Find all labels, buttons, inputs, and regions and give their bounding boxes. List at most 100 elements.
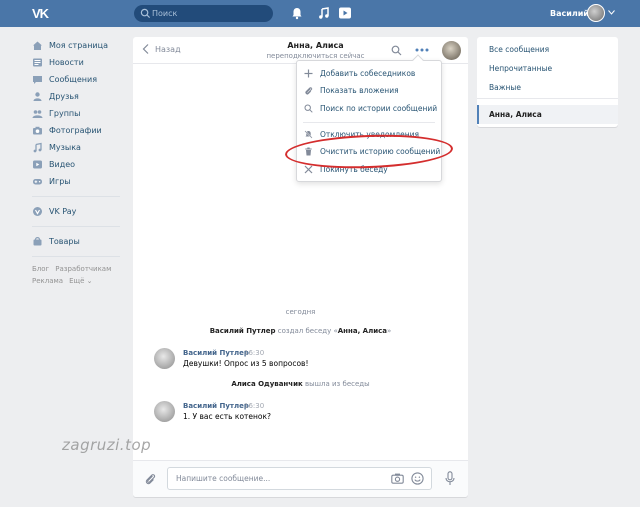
sidebar-item-messages[interactable]: Сообщения — [32, 71, 122, 88]
sidebar-divider — [32, 196, 120, 197]
music-icon — [33, 142, 42, 153]
service-chat-name: Анна, Алиса — [337, 327, 387, 335]
bell-icon[interactable] — [290, 6, 304, 20]
user-name[interactable]: Василий — [550, 9, 589, 18]
more-icon[interactable] — [415, 48, 429, 52]
sidebar-item-label: Друзья — [49, 92, 79, 101]
sidebar-item-goods[interactable]: Товары — [32, 233, 122, 250]
friends-icon — [33, 92, 42, 101]
close-icon — [304, 165, 313, 174]
sidebar-item-label: VK Pay — [49, 207, 77, 216]
service-author[interactable]: Алиса Одуванчик — [231, 380, 302, 388]
chevron-left-icon — [142, 44, 149, 54]
left-sidebar: Моя страница Новости Сообщения Друзья Гр… — [32, 37, 122, 287]
menu-item-label: Показать вложения — [320, 86, 399, 95]
active-conversation-label: Анна, Алиса — [489, 110, 542, 119]
sidebar-item-video[interactable]: Видео — [32, 156, 122, 173]
games-icon — [33, 179, 42, 185]
message-filter-panel: Все сообщения Непрочитанные Важные Анна,… — [477, 37, 618, 127]
home-icon — [33, 41, 42, 50]
sidebar-item-label: Моя страница — [49, 41, 108, 50]
paperclip-icon[interactable] — [143, 472, 157, 486]
search-input[interactable] — [152, 7, 267, 20]
sidebar-item-label: Игры — [49, 177, 71, 186]
more-link[interactable]: Ещё ⌄ — [69, 277, 92, 285]
messages-icon — [33, 76, 42, 84]
menu-item-add-members[interactable]: Добавить собеседников — [297, 65, 441, 82]
menu-item-search-history[interactable]: Поиск по истории сообщений — [297, 100, 441, 117]
message-author[interactable]: Василий Путлер — [183, 402, 249, 410]
sidebar-item-friends[interactable]: Друзья — [32, 88, 122, 105]
search-icon — [140, 8, 151, 19]
filter-important[interactable]: Важные — [489, 83, 521, 92]
message-author[interactable]: Василий Путлер — [183, 349, 249, 357]
sidebar-item-label: Видео — [49, 160, 76, 169]
sidebar-item-music[interactable]: Музыка — [32, 139, 122, 156]
microphone-icon[interactable] — [445, 471, 455, 486]
camera-icon — [33, 126, 42, 135]
panel-divider — [477, 98, 618, 99]
sidebar-item-label: Группы — [49, 109, 81, 118]
ads-link[interactable]: Реклама — [32, 277, 63, 285]
sidebar-divider — [32, 256, 120, 257]
mute-icon — [304, 130, 313, 139]
chevron-down-icon[interactable] — [608, 10, 615, 15]
attachment-icon — [305, 87, 313, 95]
service-author[interactable]: Василий Путлер — [210, 327, 276, 335]
developers-link[interactable]: Разработчикам — [55, 265, 111, 273]
sidebar-item-label: Товары — [49, 237, 80, 246]
day-separator: сегодня — [285, 308, 316, 316]
emoji-icon[interactable] — [411, 472, 424, 485]
sidebar-item-label: Сообщения — [49, 75, 98, 84]
blog-link[interactable]: Блог — [32, 265, 49, 273]
play-icon[interactable] — [338, 6, 352, 20]
message-text: Девушки! Опрос из 5 вопросов! — [183, 359, 309, 368]
sidebar-item-games[interactable]: Игры — [32, 173, 122, 190]
back-button[interactable]: Назад — [142, 44, 181, 54]
sender-avatar[interactable] — [154, 348, 175, 369]
sidebar-item-news[interactable]: Новости — [32, 54, 122, 71]
user-avatar[interactable] — [587, 4, 605, 22]
message-time: 16:30 — [244, 349, 265, 357]
search-icon — [304, 104, 313, 113]
conversation-status[interactable]: переподключиться сейчас — [228, 52, 403, 60]
menu-divider — [303, 122, 435, 123]
footer-links: Блог Разработчикам Реклама Ещё ⌄ — [32, 263, 122, 287]
sidebar-item-my-page[interactable]: Моя страница — [32, 37, 122, 54]
sender-avatar[interactable] — [154, 401, 175, 422]
sidebar-item-photos[interactable]: Фотографии — [32, 122, 122, 139]
menu-item-label: Добавить собеседников — [320, 69, 416, 78]
vk-logo[interactable]: VK — [32, 6, 49, 21]
active-conversation[interactable]: Анна, Алиса — [477, 105, 618, 124]
conversation-title[interactable]: Анна, Алиса — [228, 41, 403, 50]
vk-pay-icon — [33, 207, 42, 216]
back-label: Назад — [155, 44, 181, 54]
sidebar-item-label: Фотографии — [49, 126, 102, 135]
service-message-created: Василий Путлер создал беседу «Анна, Алис… — [133, 327, 468, 335]
groups-icon — [32, 110, 43, 118]
service-message-left: Алиса Одуванчик вышла из беседы — [133, 380, 468, 388]
watermark: zagruzi.top — [62, 436, 152, 454]
menu-item-label: Поиск по истории сообщений — [320, 104, 438, 113]
sidebar-divider — [32, 226, 120, 227]
search-icon[interactable] — [391, 45, 402, 56]
message-time: 16:30 — [244, 402, 265, 410]
search-box[interactable] — [134, 5, 273, 22]
camera-icon[interactable] — [391, 473, 404, 484]
top-bar: VK Василий — [0, 0, 640, 27]
service-text: создал беседу « — [275, 327, 338, 335]
message-composer — [133, 460, 468, 497]
sidebar-item-label: Новости — [49, 58, 84, 67]
music-icon[interactable] — [317, 6, 331, 20]
shop-icon — [33, 237, 42, 246]
plus-icon — [304, 69, 313, 78]
sidebar-item-groups[interactable]: Группы — [32, 105, 122, 122]
conversation-avatar[interactable] — [442, 41, 461, 60]
filter-unread[interactable]: Непрочитанные — [489, 64, 552, 73]
filter-all[interactable]: Все сообщения — [489, 45, 549, 54]
sidebar-item-vkpay[interactable]: VK Pay — [32, 203, 122, 220]
menu-item-show-attachments[interactable]: Показать вложения — [297, 82, 441, 99]
sidebar-item-label: Музыка — [49, 143, 81, 152]
news-icon — [33, 58, 42, 67]
service-text-end: » — [386, 327, 392, 335]
